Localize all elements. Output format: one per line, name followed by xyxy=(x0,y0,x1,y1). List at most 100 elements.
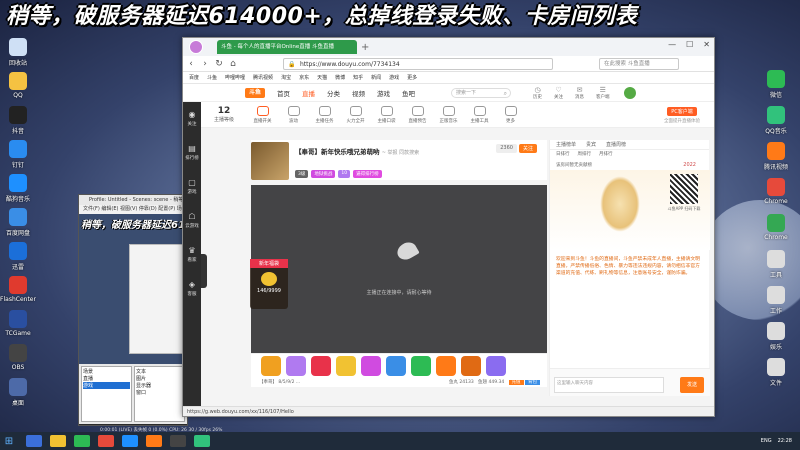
bookmark-item[interactable]: 百度 xyxy=(189,72,199,83)
rank-tab[interactable]: 周排行 xyxy=(578,150,592,160)
header-icon-item[interactable]: ☰ 客户端 xyxy=(596,86,610,100)
nav-item[interactable]: 首页 xyxy=(277,88,290,98)
user-avatar[interactable] xyxy=(623,86,636,99)
address-bar[interactable]: 🔒 https://www.douyu.com/7734134 xyxy=(283,57,553,70)
taskbar-app-icon[interactable] xyxy=(26,435,42,447)
desktop-icon[interactable]: 钉钉 xyxy=(0,140,36,169)
sidebar-item[interactable]: ♛ 看家 xyxy=(183,238,201,272)
back-icon[interactable]: ‹ xyxy=(187,59,195,69)
header-icon-item[interactable]: ◷ 历史 xyxy=(533,86,542,100)
nav-item[interactable]: 视频 xyxy=(352,88,365,98)
bookmark-item[interactable]: 淘宝 xyxy=(281,72,291,83)
anchor-tool[interactable]: 火力全开 xyxy=(340,105,371,124)
anchor-tool[interactable]: 更多 xyxy=(495,105,526,124)
douyu-search-input[interactable]: 搜索一下 ⌕ xyxy=(451,87,511,98)
maximize-icon[interactable]: ☐ xyxy=(686,40,693,49)
browser-search-input[interactable]: 在此搜索 斗鱼直播 xyxy=(599,57,679,70)
home-icon[interactable]: ⌂ xyxy=(229,59,237,69)
room-title-suffix[interactable]: ~ 举报 同款搜索 xyxy=(382,150,419,156)
taskbar-app-icon[interactable] xyxy=(50,435,66,447)
video-player[interactable]: 主播正在连接中，请耐心等待 新年福袋 146/9999 xyxy=(250,185,547,353)
desktop-icon[interactable]: QQ xyxy=(0,72,36,99)
gift-icon[interactable] xyxy=(311,356,331,376)
room-tag[interactable]: 10 xyxy=(338,170,351,178)
bookmark-item[interactable]: 哔哩哔哩 xyxy=(225,72,245,83)
room-tag[interactable]: 逼得排行榜 xyxy=(353,170,382,178)
anchor-tool[interactable]: 主播工具 xyxy=(464,105,495,124)
taskbar-app-icon[interactable] xyxy=(98,435,114,447)
clock[interactable]: 22:28 xyxy=(778,432,792,450)
rank-tab[interactable]: 月排行 xyxy=(599,150,613,160)
pc-client-promo[interactable]: PC客户端 全面提升直播体验 xyxy=(664,106,700,124)
streamer-avatar[interactable] xyxy=(251,142,289,180)
desktop-icon[interactable]: 文件 xyxy=(758,358,794,387)
minimize-icon[interactable]: — xyxy=(668,40,676,49)
gift-icon[interactable] xyxy=(261,356,281,376)
gift-icon[interactable] xyxy=(336,356,356,376)
gift-icon[interactable] xyxy=(286,356,306,376)
obs-source-item[interactable]: 文本 xyxy=(136,368,183,375)
input-language[interactable]: ENG xyxy=(761,432,772,450)
desktop-icon[interactable]: 微信 xyxy=(758,70,794,99)
gift-icon[interactable] xyxy=(461,356,481,376)
desktop-icon[interactable]: 百度网盘 xyxy=(0,208,36,237)
obs-scene-item[interactable]: 场景 xyxy=(83,368,130,375)
desktop-icon[interactable]: 桌面 xyxy=(0,378,36,407)
bookmark-item[interactable]: 京东 xyxy=(299,72,309,83)
obs-scene-item[interactable]: 直播 xyxy=(83,375,130,382)
refresh-icon[interactable]: ↻ xyxy=(215,59,223,69)
nav-item[interactable]: 游戏 xyxy=(377,88,390,98)
app-download-promo[interactable]: 2022 斗鱼APP 扫码下载 xyxy=(550,162,710,250)
nav-item[interactable]: 鱼吧 xyxy=(402,88,415,98)
obs-menu[interactable]: 文件(F) 编辑(E) 视图(V) 停靠(D) 配置(P) 场景(S) 工具(T… xyxy=(79,205,187,214)
desktop-icon[interactable]: Chrome xyxy=(758,178,794,205)
sidebar-item[interactable]: ☖ 云游戏 xyxy=(183,204,201,238)
desktop-icon[interactable]: TCGame xyxy=(0,310,36,337)
follow-button[interactable]: 关注 xyxy=(518,144,537,153)
gift-icon[interactable] xyxy=(386,356,406,376)
gift-icon[interactable] xyxy=(361,356,381,376)
bookmark-item[interactable]: 腾讯视频 xyxy=(253,72,273,83)
chat-tab[interactable]: 直播周榜 xyxy=(606,140,626,149)
anchor-tool[interactable]: 主播口袋 xyxy=(371,105,402,124)
desktop-icon[interactable]: QQ音乐 xyxy=(758,106,794,135)
browser-profile-avatar[interactable] xyxy=(189,40,203,54)
forward-icon[interactable]: › xyxy=(201,59,209,69)
browser-tab-active[interactable]: 斗鱼 - 每个人的直播平台Online直播 斗鱼直播 xyxy=(217,40,357,54)
obs-sources-dock[interactable]: 文本 图片 显示器 窗口 xyxy=(134,366,185,422)
obs-source-item[interactable]: 图片 xyxy=(136,375,183,382)
room-tag[interactable]: 3级 xyxy=(295,170,309,178)
pc-client-tag[interactable]: PC客户端 xyxy=(667,106,697,116)
taskbar-app-icon[interactable] xyxy=(194,435,210,447)
gift-icon[interactable] xyxy=(436,356,456,376)
anchor-tool[interactable]: 直播预告 xyxy=(402,105,433,124)
start-button[interactable]: ⊞ xyxy=(0,432,18,450)
gift-icon[interactable] xyxy=(411,356,431,376)
sidebar-item[interactable]: ▢ 游戏 xyxy=(183,170,201,204)
bookmark-item[interactable]: 新闻 xyxy=(371,72,381,83)
douyu-logo[interactable]: 斗鱼 xyxy=(245,87,265,98)
obs-scenes-dock[interactable]: 场景 直播 游戏 xyxy=(81,366,132,422)
close-icon[interactable]: ✕ xyxy=(703,40,710,49)
taskbar-app-icon[interactable] xyxy=(74,435,90,447)
backpack-button[interactable]: 背包 xyxy=(524,380,540,385)
desktop-icon[interactable]: OBS xyxy=(0,344,36,371)
taskbar-app-icon[interactable] xyxy=(170,435,186,447)
obs-source-item[interactable]: 显示器 xyxy=(136,382,183,389)
anchor-tool[interactable]: 主播任务 xyxy=(309,105,340,124)
desktop-icon[interactable]: 娱乐 xyxy=(758,322,794,351)
anchor-tool[interactable]: 波动 xyxy=(278,105,309,124)
bookmark-item[interactable]: 游戏 xyxy=(389,72,399,83)
header-icon-item[interactable]: ✉ 消息 xyxy=(575,86,584,100)
new-year-lucky-bag[interactable]: 新年福袋 146/9999 xyxy=(250,259,288,309)
bookmark-item[interactable]: 天猫 xyxy=(317,72,327,83)
obs-window[interactable]: Profile: Untitled - Scenes: scene - 稍等 文… xyxy=(78,194,188,426)
anchor-tool[interactable]: 正版音乐 xyxy=(433,105,464,124)
new-tab-icon[interactable]: + xyxy=(361,42,369,53)
desktop-icon[interactable]: Chrome xyxy=(758,214,794,241)
desktop-icon[interactable]: 腾讯视频 xyxy=(758,142,794,171)
sidebar-item[interactable]: ▤ 排行榜 xyxy=(183,136,201,170)
taskbar-app-icon[interactable] xyxy=(146,435,162,447)
desktop-icon[interactable]: 抖音 xyxy=(0,106,36,135)
bookmark-item[interactable]: 微博 xyxy=(335,72,345,83)
